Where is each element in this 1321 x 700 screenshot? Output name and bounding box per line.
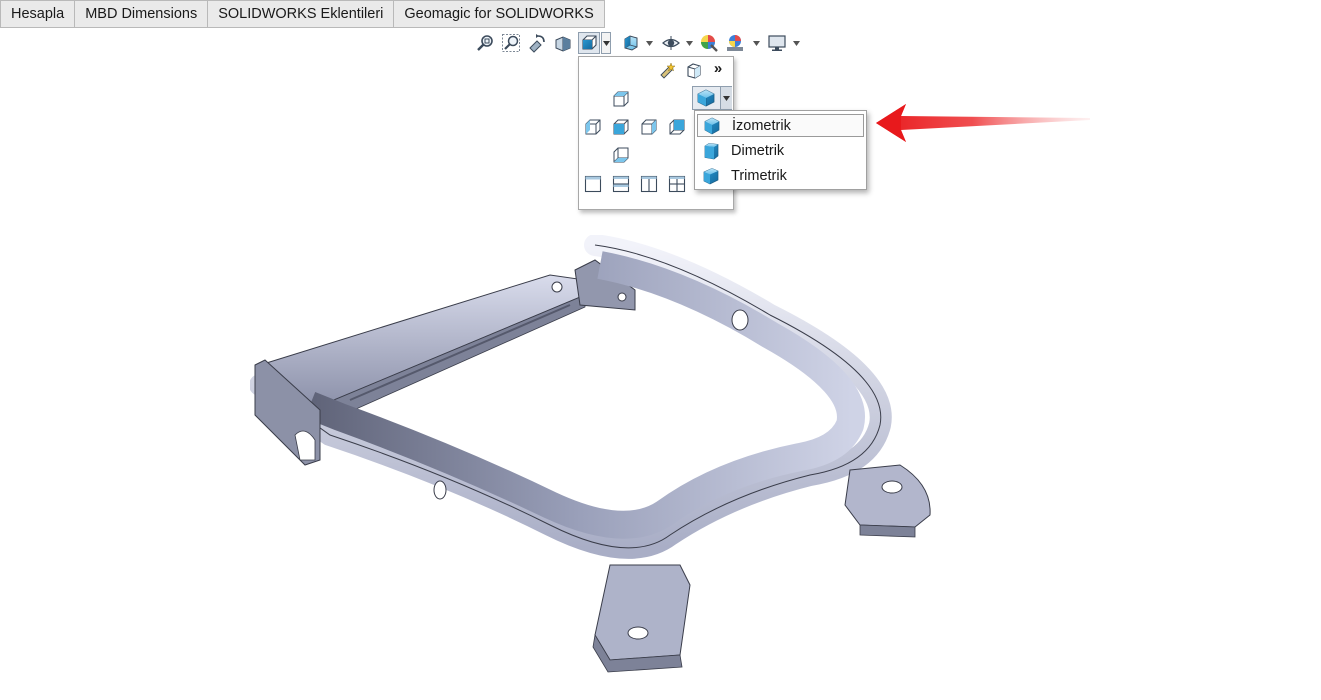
top-view-icon[interactable] [610, 88, 632, 110]
isometric-dropdown-arrow[interactable] [720, 87, 732, 109]
isometric-icon[interactable] [694, 87, 718, 109]
view-selector-icon[interactable] [657, 60, 679, 82]
display-style-icon[interactable] [620, 32, 642, 54]
section-view-icon[interactable] [552, 32, 574, 54]
four-view-icon[interactable] [666, 173, 688, 195]
tab-geomagic-for-solidworks[interactable]: Geomagic for SOLIDWORKS [394, 0, 605, 28]
normal-to-icon[interactable] [683, 60, 705, 82]
single-view-icon[interactable] [582, 173, 604, 195]
command-manager-tabs: Hesapla MBD Dimensions SOLIDWORKS Eklent… [0, 0, 605, 28]
zoom-to-area-icon[interactable] [500, 32, 522, 54]
edit-appearance-icon[interactable] [698, 32, 720, 54]
zoom-to-fit-icon[interactable] [474, 32, 496, 54]
menu-item-label: Trimetrik [731, 167, 787, 184]
menu-item-trimetrik[interactable]: Trimetrik [697, 164, 864, 187]
two-view-vertical-icon[interactable] [638, 173, 660, 195]
menu-item-label: Dimetrik [731, 142, 785, 159]
view-settings-icon[interactable] [766, 32, 788, 54]
apply-scene-dropdown[interactable] [752, 38, 760, 48]
hide-show-items-dropdown[interactable] [685, 38, 693, 48]
left-view-icon[interactable] [582, 116, 604, 138]
isometric-submenu: İzometrik Dimetrik Trimetrik [694, 110, 867, 190]
isometric-split-button[interactable] [692, 86, 732, 110]
tab-mbd-dimensions[interactable]: MBD Dimensions [75, 0, 209, 28]
right-view-icon[interactable] [638, 116, 660, 138]
apply-scene-icon[interactable] [724, 32, 746, 54]
tab-hesapla[interactable]: Hesapla [0, 0, 76, 28]
isometric-cube-icon [701, 116, 723, 136]
view-orientation-dropdown[interactable] [601, 32, 611, 54]
display-style-dropdown[interactable] [645, 38, 653, 48]
more-views-button[interactable]: » [707, 58, 729, 80]
menu-item-izometrik[interactable]: İzometrik [697, 114, 864, 137]
view-settings-dropdown[interactable] [792, 38, 800, 48]
back-view-icon[interactable] [666, 116, 688, 138]
two-view-horizontal-icon[interactable] [610, 173, 632, 195]
bottom-view-icon[interactable] [610, 144, 632, 166]
dimetric-cube-icon [700, 141, 722, 161]
3d-model-frame [250, 235, 931, 673]
menu-item-label: İzometrik [732, 117, 791, 134]
hide-show-items-icon[interactable] [660, 32, 682, 54]
tab-solidworks-eklentileri[interactable]: SOLIDWORKS Eklentileri [208, 0, 395, 28]
red-pointer-arrow [876, 104, 1090, 142]
front-view-icon[interactable] [610, 116, 632, 138]
trimetric-cube-icon [700, 166, 722, 186]
previous-view-icon[interactable] [526, 32, 548, 54]
menu-item-dimetrik[interactable]: Dimetrik [697, 139, 864, 162]
view-orientation-icon[interactable] [578, 32, 600, 54]
